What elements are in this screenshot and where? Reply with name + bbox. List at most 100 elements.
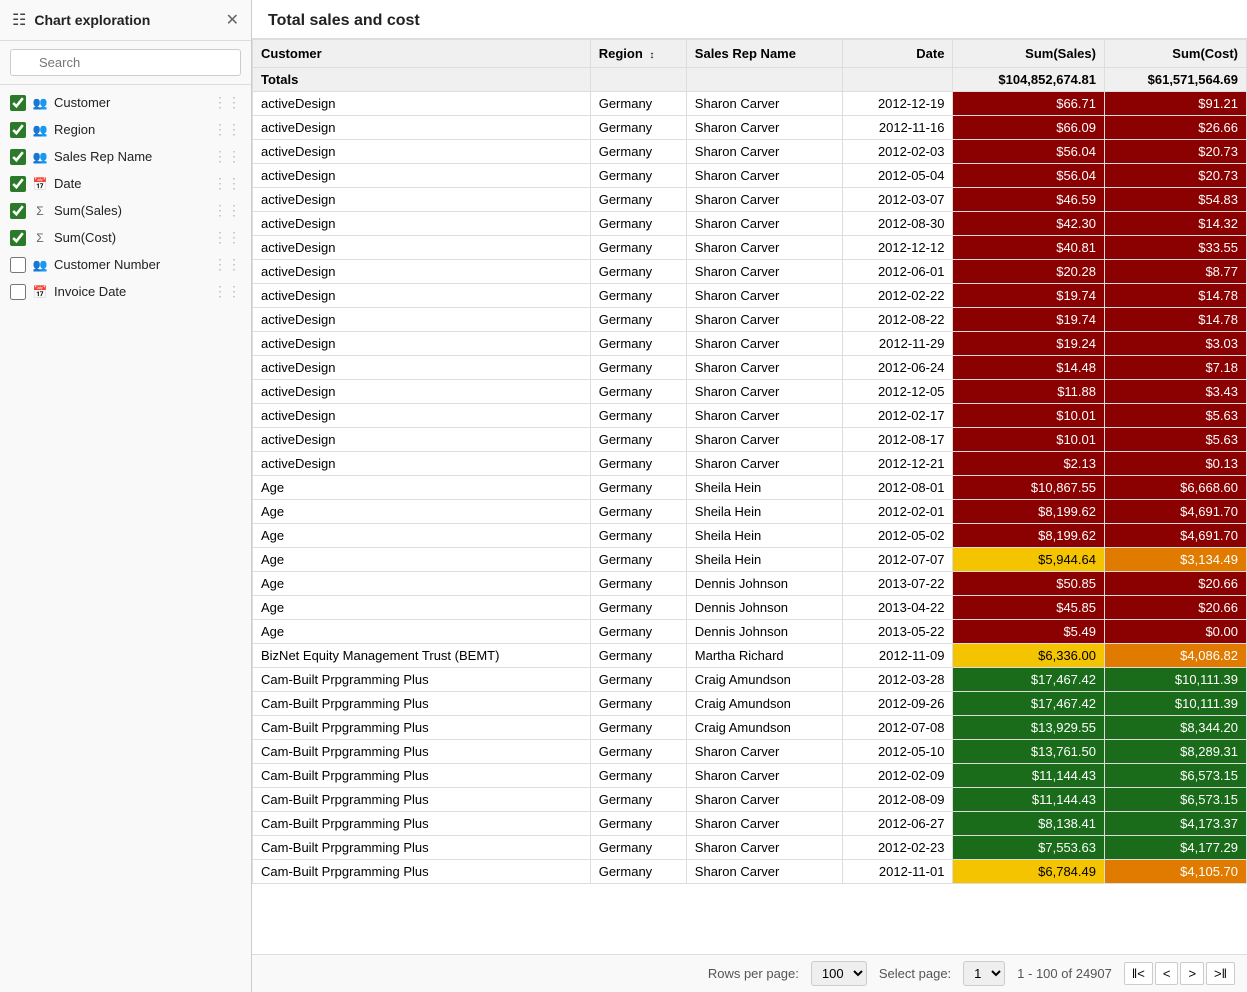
- cell-region: Germany: [590, 620, 686, 644]
- data-table: Customer Region ↕ Sales Rep Name Date Su…: [252, 39, 1247, 884]
- sidebar-header: ☷ Chart exploration ✕: [0, 0, 251, 41]
- table-row: activeDesign Germany Sharon Carver 2012-…: [253, 380, 1247, 404]
- cell-sales: $6,336.00: [953, 644, 1105, 668]
- cell-sales: $45.85: [953, 596, 1105, 620]
- drag-handle-customer_number[interactable]: ⋮⋮: [213, 256, 241, 273]
- cell-region: Germany: [590, 236, 686, 260]
- cell-region: Germany: [590, 836, 686, 860]
- cell-customer: Cam-Built Prpgramming Plus: [253, 836, 591, 860]
- first-page-button[interactable]: ‖<: [1124, 962, 1153, 985]
- drag-handle-date[interactable]: ⋮⋮: [213, 175, 241, 192]
- cell-rep: Craig Amundson: [686, 668, 842, 692]
- cell-customer: Cam-Built Prpgramming Plus: [253, 788, 591, 812]
- col-header-date[interactable]: Date: [843, 40, 953, 68]
- table-row: activeDesign Germany Sharon Carver 2012-…: [253, 116, 1247, 140]
- checkbox-sum_sales[interactable]: [10, 203, 26, 219]
- cell-cost: $3.03: [1104, 332, 1246, 356]
- checkbox-sum_cost[interactable]: [10, 230, 26, 246]
- drag-handle-sales_rep_name[interactable]: ⋮⋮: [213, 148, 241, 165]
- main-content: Total sales and cost Customer Region ↕ S…: [252, 0, 1247, 992]
- cell-region: Germany: [590, 356, 686, 380]
- cell-date: 2012-12-21: [843, 452, 953, 476]
- checkbox-sales_rep_name[interactable]: [10, 149, 26, 165]
- table-wrap[interactable]: Customer Region ↕ Sales Rep Name Date Su…: [252, 39, 1247, 954]
- cell-sales: $56.04: [953, 140, 1105, 164]
- cell-date: 2012-09-26: [843, 692, 953, 716]
- cell-customer: Cam-Built Prpgramming Plus: [253, 668, 591, 692]
- sidebar-item-customer[interactable]: 👥Customer⋮⋮: [0, 89, 251, 116]
- col-header-sales-rep[interactable]: Sales Rep Name: [686, 40, 842, 68]
- sidebar-item-sales_rep_name[interactable]: 👥Sales Rep Name⋮⋮: [0, 143, 251, 170]
- checkbox-customer[interactable]: [10, 95, 26, 111]
- prev-page-button[interactable]: <: [1155, 962, 1179, 985]
- table-row: activeDesign Germany Sharon Carver 2012-…: [253, 164, 1247, 188]
- sidebar-item-region[interactable]: 👥Region⋮⋮: [0, 116, 251, 143]
- table-row: Age Germany Dennis Johnson 2013-04-22 $4…: [253, 596, 1247, 620]
- col-header-sum-cost[interactable]: Sum(Cost): [1104, 40, 1246, 68]
- sidebar-item-date[interactable]: 📅Date⋮⋮: [0, 170, 251, 197]
- cell-customer: activeDesign: [253, 332, 591, 356]
- cell-sales: $46.59: [953, 188, 1105, 212]
- sidebar-item-customer_number[interactable]: 👥Customer Number⋮⋮: [0, 251, 251, 278]
- cell-sales: $42.30: [953, 212, 1105, 236]
- cell-region: Germany: [590, 380, 686, 404]
- checkbox-customer_number[interactable]: [10, 257, 26, 273]
- cell-rep: Sharon Carver: [686, 788, 842, 812]
- next-page-button[interactable]: >: [1180, 962, 1204, 985]
- cell-sales: $7,553.63: [953, 836, 1105, 860]
- last-page-button[interactable]: >‖: [1206, 962, 1235, 985]
- cell-sales: $66.09: [953, 116, 1105, 140]
- cell-sales: $20.28: [953, 260, 1105, 284]
- cell-date: 2012-02-03: [843, 140, 953, 164]
- drag-handle-customer[interactable]: ⋮⋮: [213, 94, 241, 111]
- drag-handle-sum_sales[interactable]: ⋮⋮: [213, 202, 241, 219]
- cell-rep: Sharon Carver: [686, 428, 842, 452]
- col-header-sum-sales[interactable]: Sum(Sales): [953, 40, 1105, 68]
- cell-rep: Sheila Hein: [686, 500, 842, 524]
- checkbox-invoice_date[interactable]: [10, 284, 26, 300]
- cell-cost: $4,177.29: [1104, 836, 1246, 860]
- drag-handle-invoice_date[interactable]: ⋮⋮: [213, 283, 241, 300]
- cell-region: Germany: [590, 596, 686, 620]
- search-input[interactable]: [10, 49, 241, 76]
- cell-rep: Sharon Carver: [686, 260, 842, 284]
- cell-region: Germany: [590, 92, 686, 116]
- checkbox-region[interactable]: [10, 122, 26, 138]
- table-footer: Rows per page: 100 50 200 Select page: 1…: [252, 954, 1247, 992]
- cell-rep: Sharon Carver: [686, 188, 842, 212]
- cell-rep: Sharon Carver: [686, 308, 842, 332]
- cell-cost: $14.32: [1104, 212, 1246, 236]
- cell-cost: $20.73: [1104, 140, 1246, 164]
- rows-per-page-label: Rows per page:: [708, 966, 799, 981]
- checkbox-date[interactable]: [10, 176, 26, 192]
- sort-icon-region: ↕: [649, 50, 654, 61]
- table-row: Cam-Built Prpgramming Plus Germany Sharo…: [253, 860, 1247, 884]
- cell-sales: $19.74: [953, 308, 1105, 332]
- cell-rep: Sharon Carver: [686, 812, 842, 836]
- cell-cost: $3,134.49: [1104, 548, 1246, 572]
- totals-label: Totals: [253, 68, 591, 92]
- rows-per-page-select[interactable]: 100 50 200: [811, 961, 867, 986]
- col-header-region[interactable]: Region ↕: [590, 40, 686, 68]
- page-select[interactable]: 1: [963, 961, 1005, 986]
- col-header-customer[interactable]: Customer: [253, 40, 591, 68]
- cell-date: 2012-08-17: [843, 428, 953, 452]
- cell-rep: Craig Amundson: [686, 692, 842, 716]
- table-row: BizNet Equity Management Trust (BEMT) Ge…: [253, 644, 1247, 668]
- close-button[interactable]: ✕: [226, 10, 239, 30]
- drag-handle-region[interactable]: ⋮⋮: [213, 121, 241, 138]
- table-row: activeDesign Germany Sharon Carver 2012-…: [253, 356, 1247, 380]
- table-row: activeDesign Germany Sharon Carver 2012-…: [253, 236, 1247, 260]
- sidebar-item-sum_sales[interactable]: ΣSum(Sales)⋮⋮: [0, 197, 251, 224]
- cell-region: Germany: [590, 788, 686, 812]
- cell-date: 2012-02-09: [843, 764, 953, 788]
- sidebar-item-sum_cost[interactable]: ΣSum(Cost)⋮⋮: [0, 224, 251, 251]
- cell-cost: $54.83: [1104, 188, 1246, 212]
- cell-date: 2012-11-29: [843, 332, 953, 356]
- sidebar-item-invoice_date[interactable]: 📅Invoice Date⋮⋮: [0, 278, 251, 305]
- cell-customer: Age: [253, 620, 591, 644]
- drag-handle-sum_cost[interactable]: ⋮⋮: [213, 229, 241, 246]
- cell-region: Germany: [590, 572, 686, 596]
- cell-rep: Dennis Johnson: [686, 596, 842, 620]
- table-row: activeDesign Germany Sharon Carver 2012-…: [253, 140, 1247, 164]
